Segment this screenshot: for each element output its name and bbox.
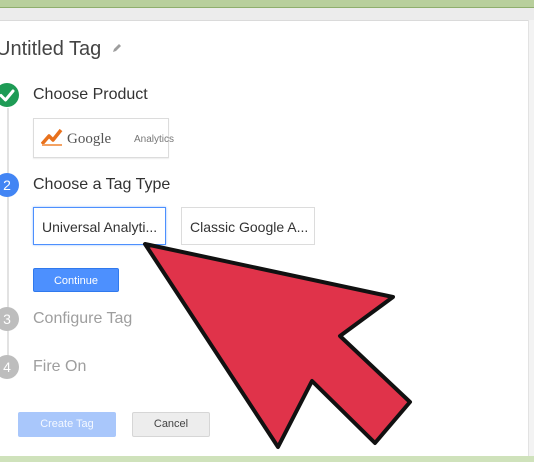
red-pointer-arrow-icon xyxy=(143,242,412,449)
